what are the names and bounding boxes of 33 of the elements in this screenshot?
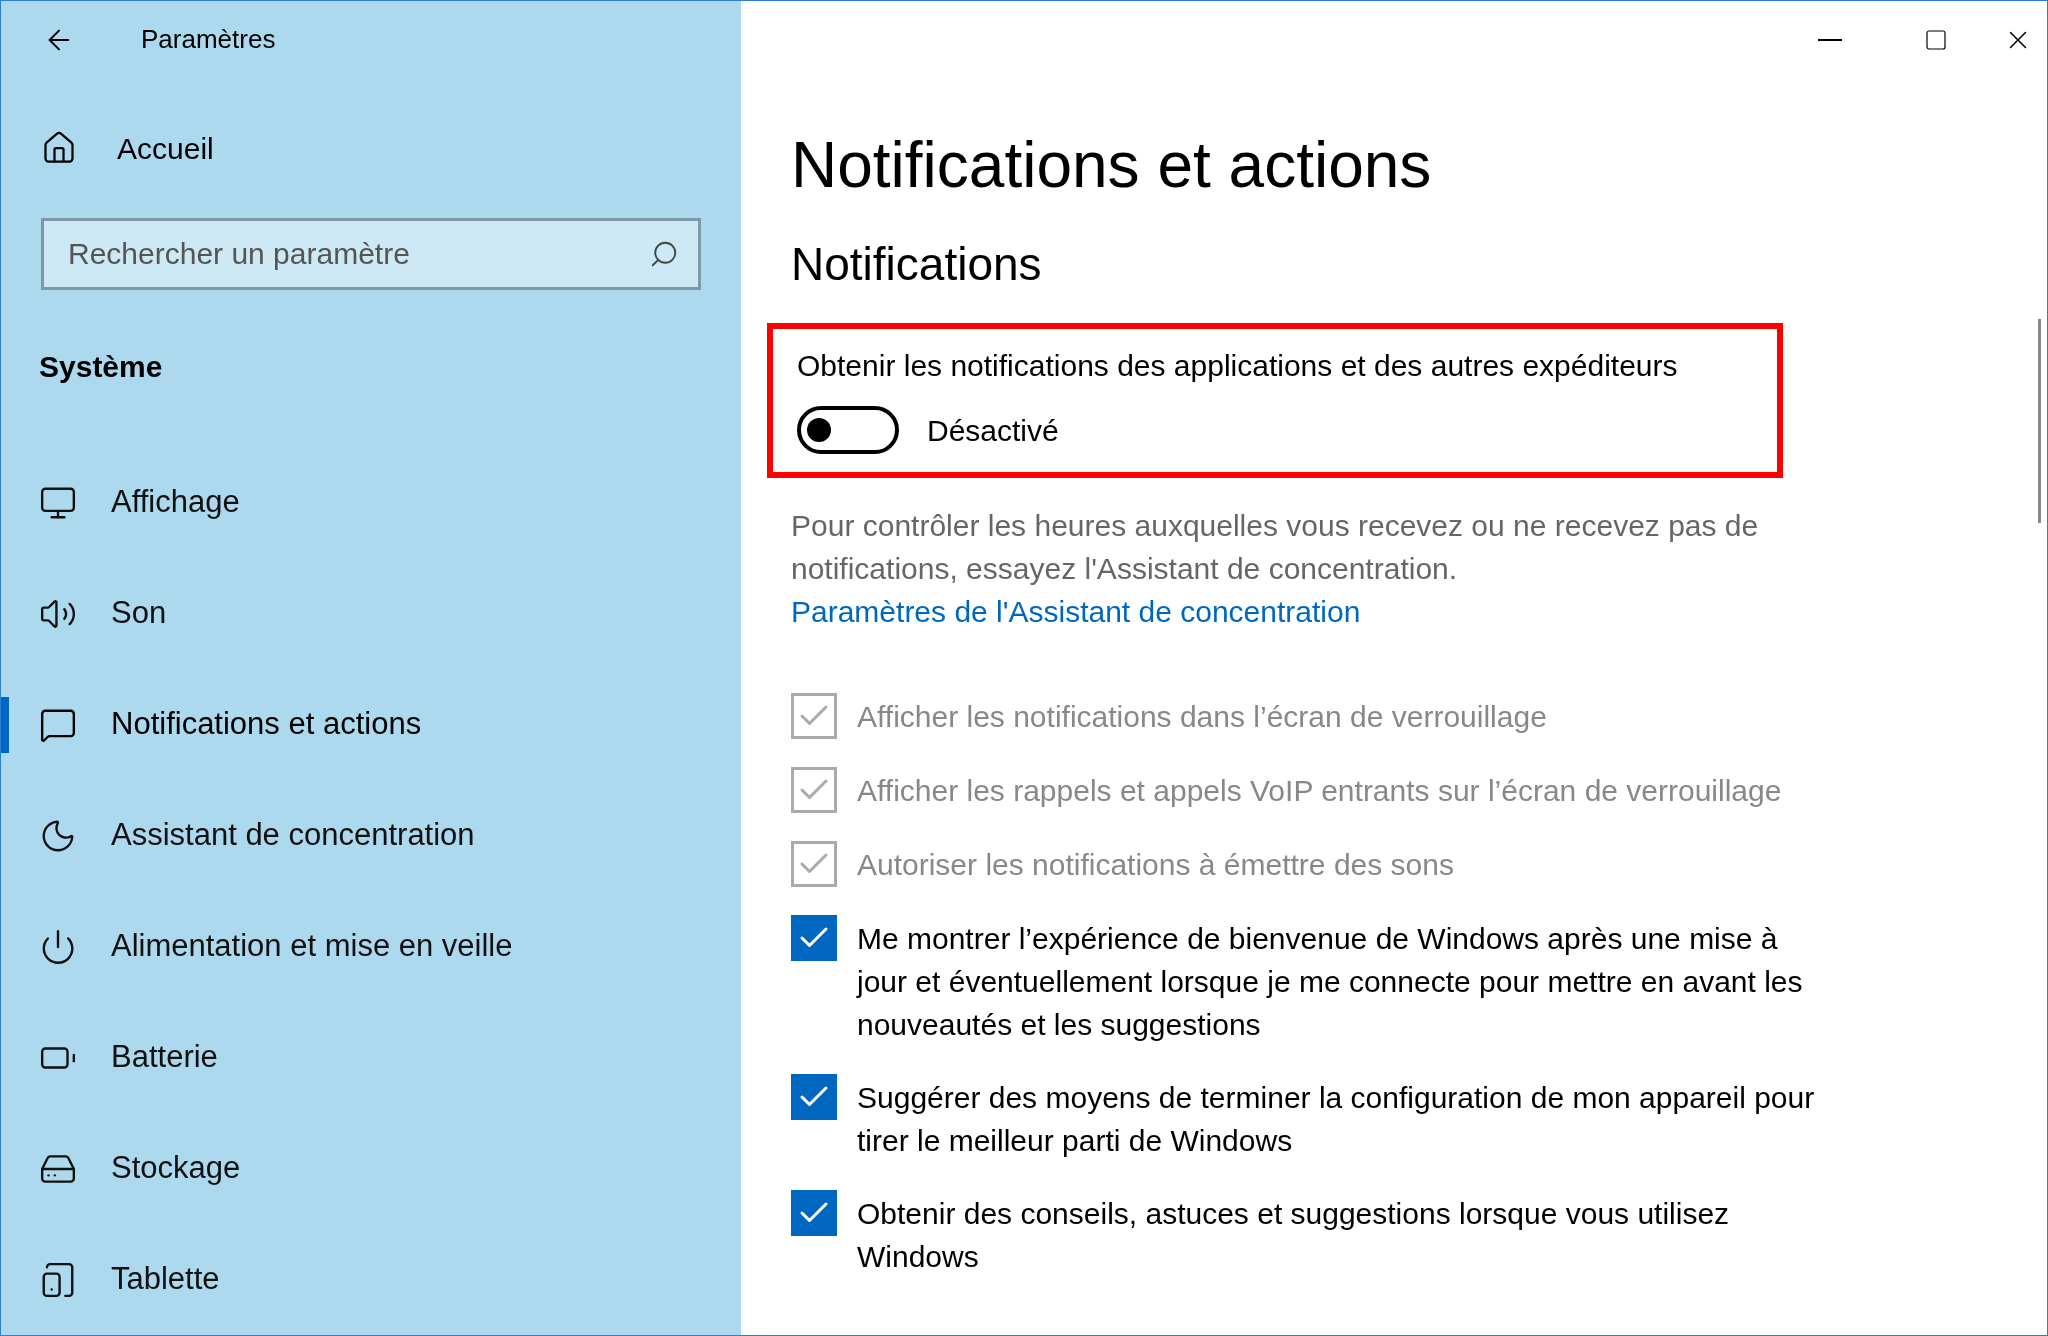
- sidebar-item[interactable]: Son: [39, 590, 167, 637]
- home-link[interactable]: Accueil: [1, 128, 214, 168]
- sidebar-item[interactable]: Affichage: [39, 479, 240, 526]
- sidebar-item[interactable]: Assistant de concentration: [39, 812, 475, 859]
- checkbox-label: Obtenir des conseils, astuces et suggestions lorsque vous utilisez Windows: [857, 1196, 1731, 1275]
- checkbox-label: Suggérer des moyens de terminer la configuration de mon appareil pour tirer le meilleur parti de Windows: [857, 1080, 1816, 1159]
- description-text: Pour contrôler les heures auxquelles vous recevez ou ne recevez pas de notifications, essayez l'Assistant de concentration.: [791, 508, 1760, 587]
- sidebar-item[interactable]: Tablette: [39, 1256, 220, 1303]
- minimize-icon: [1818, 39, 1842, 41]
- toggle-label: Obtenir les notifications des applications et des autres expéditeurs: [797, 348, 1679, 384]
- toggle-switch[interactable]: [797, 406, 899, 454]
- sidebar-item[interactable]: Notifications et actions: [39, 701, 422, 748]
- search-icon: [649, 239, 679, 269]
- page-title: Notifications et actions: [791, 133, 1433, 197]
- toggle-state: Désactivé: [927, 412, 1059, 449]
- maximize-icon: [1924, 28, 1948, 52]
- checkbox-label: Afficher les rappels et appels VoIP entrants sur l’écran de verrouillage: [857, 773, 1782, 809]
- sidebar-item[interactable]: Batterie: [39, 1034, 218, 1081]
- section-heading: Système: [38, 349, 164, 385]
- scrollbar-thumb[interactable]: [2038, 319, 2041, 523]
- home-icon: [41, 130, 77, 166]
- checkbox[interactable]: [791, 915, 837, 961]
- section-heading: Notifications: [791, 241, 1043, 287]
- window-title: Paramètres: [141, 23, 276, 56]
- checkbox-label: Autoriser les notifications à émettre des sons: [857, 847, 1454, 883]
- focus-assist-link[interactable]: Paramètres de l'Assistant de concentration: [791, 590, 1361, 633]
- checkbox[interactable]: [791, 1074, 837, 1120]
- checkbox-label: Afficher les notifications dans l’écran de verrouillage: [857, 699, 1547, 735]
- sidebar-item[interactable]: Alimentation et mise en veille: [39, 923, 513, 970]
- checkbox[interactable]: [791, 1190, 837, 1236]
- search-field[interactable]: Rechercher un paramètre: [41, 218, 701, 290]
- checkbox-label: Me montrer l’expérience de bienvenue de Windows après une mise à jour et éventuellement lorsque je me connecte pour mettre en avant les nouveautés et les suggestions: [857, 921, 1804, 1043]
- sidebar-item[interactable]: Stockage: [39, 1145, 241, 1192]
